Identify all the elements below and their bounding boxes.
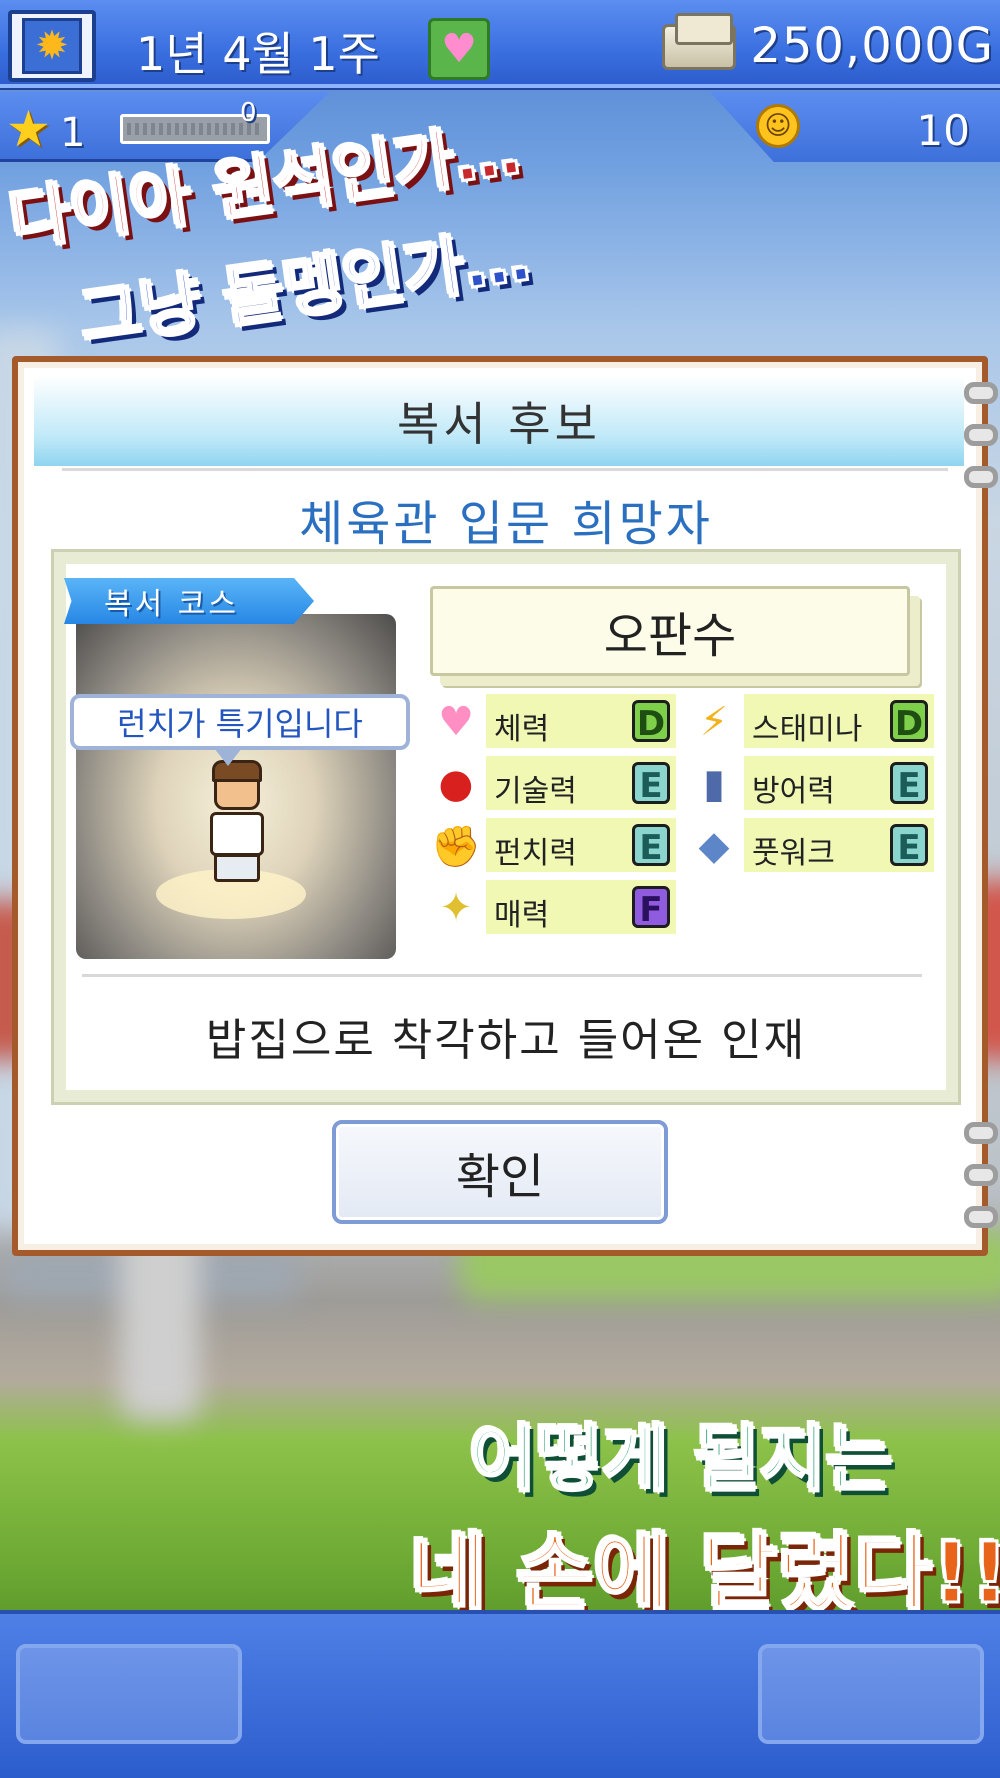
sun-icon: ✹: [22, 18, 82, 74]
stat-footwork: ◆ 풋워크 E: [686, 818, 936, 874]
binder-rings-top: [964, 382, 1000, 508]
star-icon: ★: [6, 100, 51, 158]
boxer-character: [196, 760, 276, 884]
stat-stamina-hp: ♥ 체력 D: [428, 694, 678, 750]
stat-technique: ● 기술력 E: [428, 756, 678, 812]
speech-bubble: 런치가 특기입니다: [70, 694, 410, 766]
stat-stamina: ⚡ 스태미나 D: [686, 694, 936, 750]
ring-icon: [964, 1206, 998, 1228]
ring-icon: [964, 382, 998, 404]
smile-icon: ☺: [756, 104, 800, 148]
stat-grade: D: [890, 700, 928, 744]
armor-icon: ▮: [702, 761, 725, 807]
stat-grade: E: [890, 824, 928, 868]
confirm-button[interactable]: 확인: [332, 1120, 668, 1224]
heart-icon[interactable]: ♥: [428, 18, 490, 80]
rank-count: 1: [60, 110, 86, 156]
promo-line-3: 어떻게 될지는: [469, 1416, 895, 1503]
candidate-name: 오판수: [430, 586, 910, 676]
ring-icon: [964, 1164, 998, 1186]
stat-label: 방어력: [752, 774, 835, 809]
ring-icon: [964, 466, 998, 488]
dialog-title: 복서 후보: [397, 397, 601, 451]
candidate-description: 밥집으로 착각하고 들어온 인재: [205, 1015, 807, 1066]
ring-icon: [964, 424, 998, 446]
muscle-arm-icon: ✊: [431, 823, 481, 870]
course-tag: 복서 코스: [64, 578, 314, 624]
header-divider: [62, 468, 948, 471]
bottom-right-button[interactable]: [758, 1644, 984, 1744]
course-tag-label: 복서 코스: [104, 587, 239, 622]
shoe-icon: ◆: [698, 823, 730, 869]
stat-label: 체력: [494, 712, 550, 747]
money-display: 250,000G: [750, 18, 994, 74]
profile-card: 복서 코스 런치가 특기입니다 오판수 ♥ 체력 D ⚡ 스태미나 D ● 기술…: [51, 549, 961, 1105]
stat-label: 기술력: [494, 774, 577, 809]
candidate-dialog: 복서 후보 체육관 입문 희망자 복서 코스 런치가 특기입니다 오판수 ♥ 체…: [12, 356, 998, 1256]
money-icon: [662, 13, 736, 70]
heart-icon: ♥: [438, 699, 474, 745]
stat-grade: E: [890, 762, 928, 806]
top-hud: ✹ 1년 4월 1주 ♥ 250,000G: [0, 0, 1000, 90]
happiness-count: 10: [916, 106, 970, 155]
stat-grade: F: [632, 886, 670, 930]
date-display: 1년 4월 1주: [136, 27, 381, 81]
stat-grade: D: [632, 700, 670, 744]
stat-charm: ✦ 매력 F: [428, 880, 678, 936]
stat-label: 매력: [494, 898, 550, 933]
menu-button[interactable]: ✹: [8, 10, 96, 82]
stat-grade: E: [632, 762, 670, 806]
xp-value: 0: [240, 98, 257, 128]
bottom-left-button[interactable]: [16, 1644, 242, 1744]
stat-label: 풋워크: [752, 836, 835, 871]
promo-line-4: 네 손에 달렸다!!: [409, 1523, 1000, 1624]
boxing-glove-icon: ●: [438, 761, 474, 807]
stat-defense: ▮ 방어력 E: [686, 756, 936, 812]
binder-rings-bottom: [964, 1122, 1000, 1248]
stat-label: 스태미나: [752, 712, 863, 747]
stat-punch: ✊ 펀치력 E: [428, 818, 678, 874]
bottom-hud: [0, 1610, 1000, 1778]
sparkle-icon: ✦: [439, 885, 473, 931]
stat-label: 펀치력: [494, 836, 577, 871]
card-divider: [82, 974, 922, 977]
character-portrait: [76, 614, 396, 959]
stat-grade: E: [632, 824, 670, 868]
dialog-subtitle: 체육관 입문 희망자: [299, 496, 713, 552]
lightning-icon: ⚡: [699, 699, 729, 745]
ring-icon: [964, 1122, 998, 1144]
dialog-header: 복서 후보: [34, 376, 964, 466]
